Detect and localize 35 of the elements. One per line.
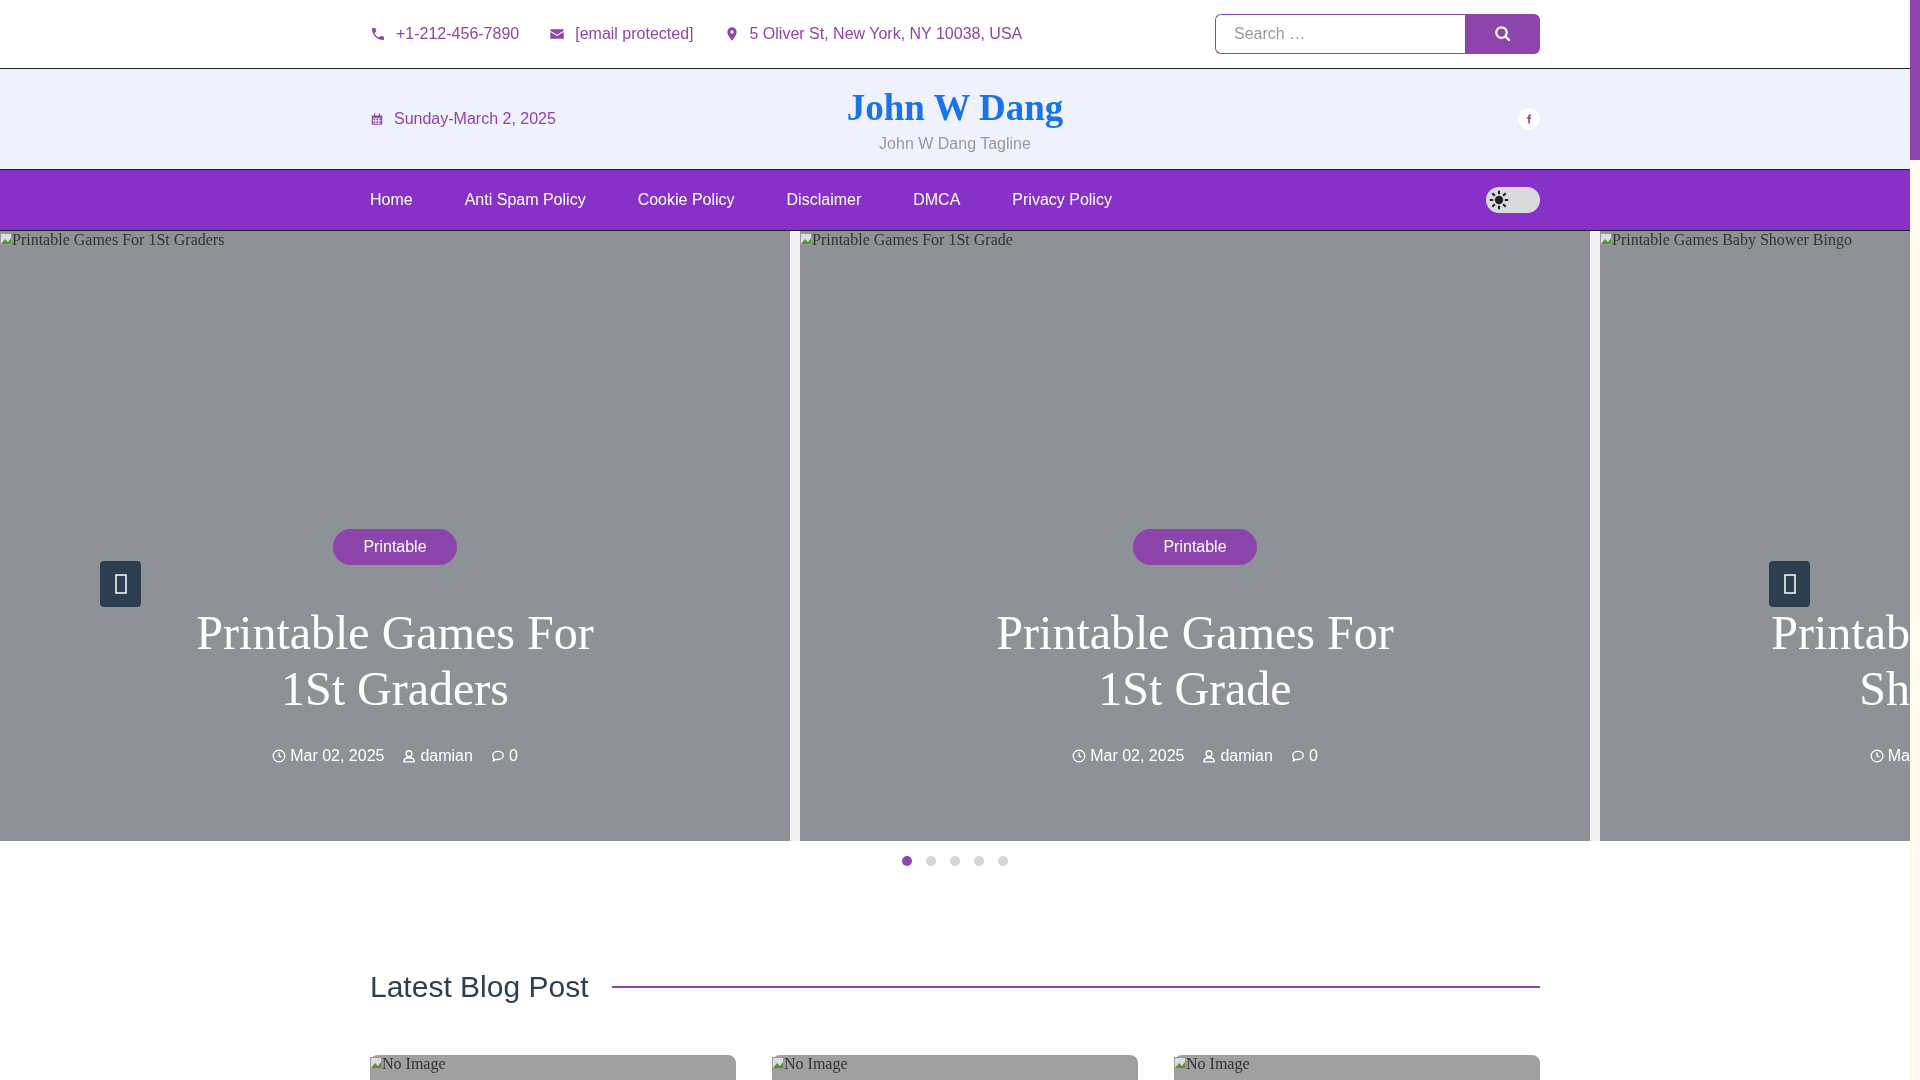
post-date: Ma — [1869, 747, 1910, 765]
nav-link[interactable]: DMCA — [913, 191, 961, 209]
post-card[interactable]: No Image — [772, 1055, 1138, 1080]
address-text: 5 Oliver St, New York, NY 10038, USA — [749, 25, 1023, 43]
post-card[interactable]: No Image — [1174, 1055, 1540, 1080]
site-title[interactable]: John W Dang — [846, 85, 1064, 129]
post-author[interactable]: damian — [1202, 747, 1273, 765]
nav-link[interactable]: Home — [370, 191, 413, 209]
post-date: Mar 02, 2025 — [1072, 747, 1185, 765]
phone-number[interactable]: +1-212-456-7890 — [396, 25, 520, 43]
image-alt-text: No Image — [370, 1055, 446, 1073]
post-date: Mar 02, 2025 — [272, 747, 385, 765]
search-field[interactable]: Search … — [1215, 14, 1465, 54]
nav-link[interactable]: Disclaimer — [786, 191, 862, 209]
category-badge[interactable]: Printable — [333, 529, 457, 565]
post-author[interactable]: damian — [402, 747, 473, 765]
slide-title[interactable]: Printable Games For 1St Grade — [996, 605, 1394, 717]
email-link[interactable]: [email protected] — [575, 25, 694, 43]
image-alt-text: No Image — [772, 1055, 848, 1073]
image-alt-text: Printable Games For 1St Graders — [0, 231, 225, 249]
slide-title[interactable]: Printab Sh — [1771, 605, 1910, 717]
comment-count[interactable]: 0 — [490, 747, 518, 765]
section-heading: Latest Blog Post — [370, 970, 589, 1004]
image-alt-text: Printable Games Baby Shower Bingo — [1600, 231, 1852, 249]
comment-count[interactable]: 0 — [1290, 747, 1318, 765]
nav-link[interactable]: Cookie Policy — [637, 191, 735, 209]
post-card[interactable]: No Image — [370, 1055, 736, 1080]
slide-title[interactable]: Printable Games For 1St Graders — [196, 605, 594, 717]
image-alt-text: Printable Games For 1St Grade — [800, 231, 1013, 249]
site-tagline: John W Dang Tagline — [879, 134, 1031, 153]
image-alt-text: No Image — [1174, 1055, 1250, 1073]
nav-link[interactable]: Privacy Policy — [1012, 191, 1112, 209]
current-date: Sunday-March 2, 2025 — [394, 110, 556, 128]
category-badge[interactable]: Printable — [1133, 529, 1257, 565]
nav-link[interactable]: Anti Spam Policy — [464, 191, 586, 209]
